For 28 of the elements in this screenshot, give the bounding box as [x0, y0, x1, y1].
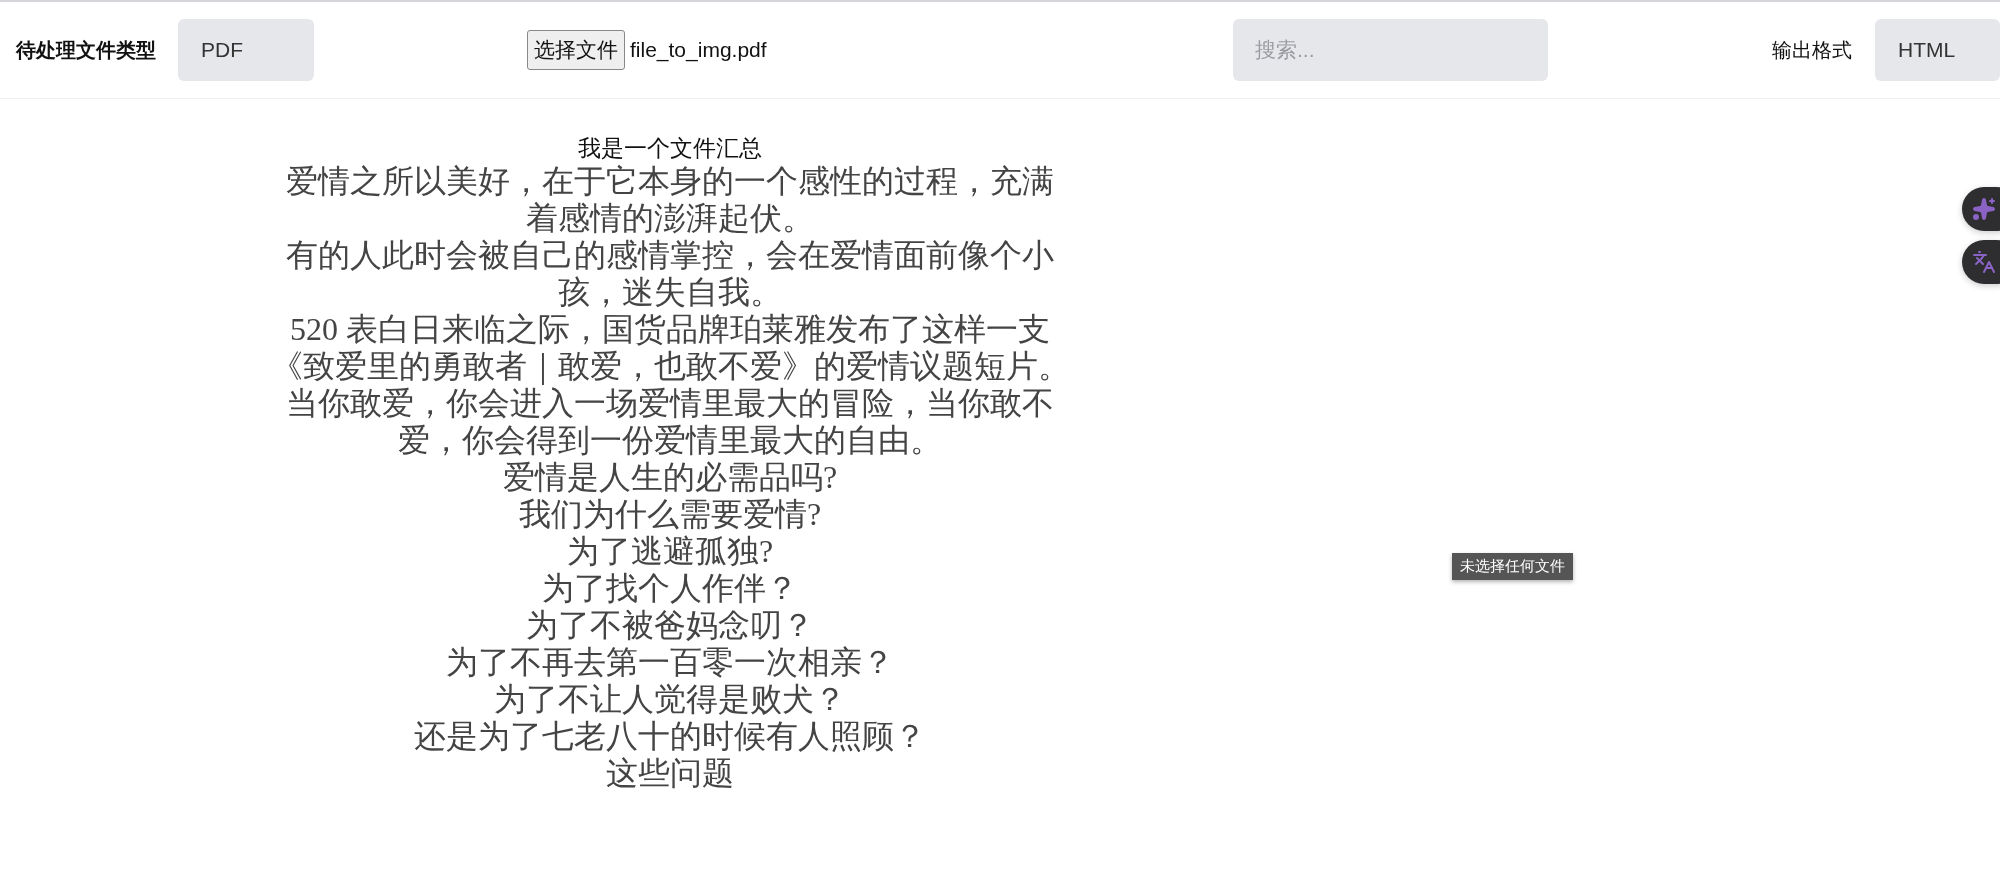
output-format-label: 输出格式 — [1772, 37, 1852, 63]
document-text-line: 《致爱里的勇敢者｜敢爱，也敢不爱》的爱情议题短片。 — [270, 348, 1070, 385]
input-type-label: 待处理文件类型 — [16, 37, 156, 63]
document-text-line: 着感情的澎湃起伏。 — [526, 200, 814, 237]
document-text-line: 为了不再去第一百零一次相亲？ — [446, 644, 894, 681]
document-text-line: 有的人此时会被自己的感情掌控，会在爱情面前像个小 — [286, 237, 1054, 274]
input-type-select[interactable]: PDF — [178, 19, 314, 81]
document-text-line: 为了逃避孤独? — [566, 533, 774, 570]
document-text-line: 爱，你会得到一份爱情里最大的自由。 — [398, 422, 942, 459]
output-format-select[interactable]: HTML — [1875, 19, 2000, 81]
search-field[interactable]: 搜索... — [1233, 19, 1548, 81]
tooltip: 未选择任何文件 — [1452, 553, 1573, 580]
document-text-line: 孩，迷失自我。 — [558, 274, 782, 311]
document-text-line: 还是为了七老八十的时候有人照顾？ — [414, 718, 926, 755]
document-text-line: 爱情之所以美好，在于它本身的一个感性的过程，充满 — [286, 163, 1054, 200]
document-text-line: 为了不让人觉得是败犬？ — [494, 681, 846, 718]
document-text-line: 我们为什么需要爱情? — [518, 496, 822, 533]
document-text-line: 爱情是人生的必需品吗? — [502, 459, 838, 496]
document-title: 我是一个文件汇总 — [578, 135, 762, 163]
document-text-line: 为了不被爸妈念叨？ — [526, 607, 814, 644]
translate-icon — [1972, 250, 1996, 274]
choose-file-button[interactable]: 选择文件 — [527, 30, 625, 70]
document-text-line: 520 表白日来临之际，国货品牌珀莱雅发布了这样一支 — [290, 311, 1050, 348]
document-text-line: 为了找个人作伴？ — [542, 570, 798, 607]
document-text-line: 当你敢爱，你会进入一场爱情里最大的冒险，当你敢不 — [286, 385, 1054, 422]
document-text-line: 这些问题 — [606, 755, 734, 792]
sparkle-icon — [1972, 197, 1996, 221]
file-name: file_to_img.pdf — [630, 38, 767, 62]
